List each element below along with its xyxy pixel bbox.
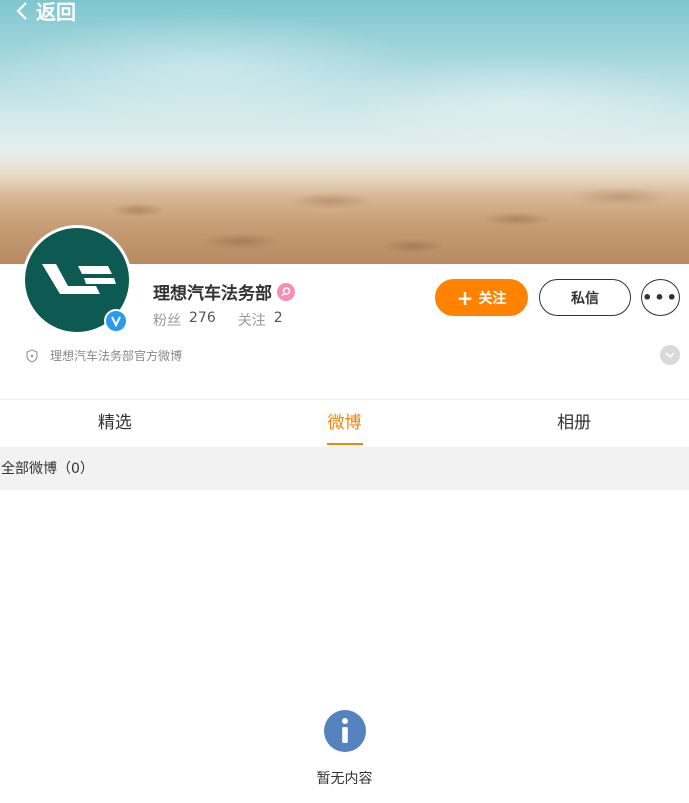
chevron-left-icon	[16, 1, 27, 20]
plus-icon: +	[456, 285, 474, 310]
info-icon	[323, 710, 366, 752]
more-button[interactable]: •••	[641, 279, 680, 316]
empty-state: 暂无内容	[0, 710, 689, 788]
cover-sky	[0, 0, 689, 170]
description-text: 理想汽车法务部官方微博	[50, 349, 183, 363]
tab-weibo[interactable]: 微博	[230, 400, 460, 447]
more-dots-icon: •••	[642, 288, 679, 307]
back-button[interactable]: 返回	[14, 0, 76, 25]
tab-featured[interactable]: 精选	[0, 400, 230, 447]
message-button[interactable]: 私信	[539, 279, 631, 316]
fans-count[interactable]: 276	[189, 310, 216, 330]
verified-v-icon	[104, 309, 128, 333]
avatar[interactable]	[22, 225, 132, 335]
expand-button[interactable]	[660, 345, 680, 365]
profile-name-row: 理想汽车法务部	[153, 279, 295, 304]
following-label[interactable]: 关注	[238, 310, 266, 330]
follow-button[interactable]: + 关注	[435, 279, 528, 316]
chevron-down-icon	[665, 352, 675, 359]
tab-album[interactable]: 相册	[459, 400, 689, 447]
profile-tabs: 精选 微博 相册	[0, 399, 689, 447]
fans-label[interactable]: 粉丝	[153, 310, 181, 330]
profile-description: 理想汽车法务部官方微博	[26, 347, 182, 364]
follow-label: 关注	[478, 290, 507, 307]
message-label: 私信	[571, 290, 599, 307]
back-label: 返回	[36, 0, 76, 24]
profile-name: 理想汽车法务部	[153, 284, 272, 304]
following-count[interactable]: 2	[274, 310, 283, 330]
shield-icon	[26, 348, 38, 363]
vip-badge-icon[interactable]	[277, 282, 295, 301]
all-posts-header: 全部微博（0）	[0, 447, 689, 490]
profile-stats: 粉丝 276 关注 2	[153, 310, 305, 330]
brand-logo-icon	[42, 264, 116, 294]
empty-text: 暂无内容	[316, 771, 373, 787]
